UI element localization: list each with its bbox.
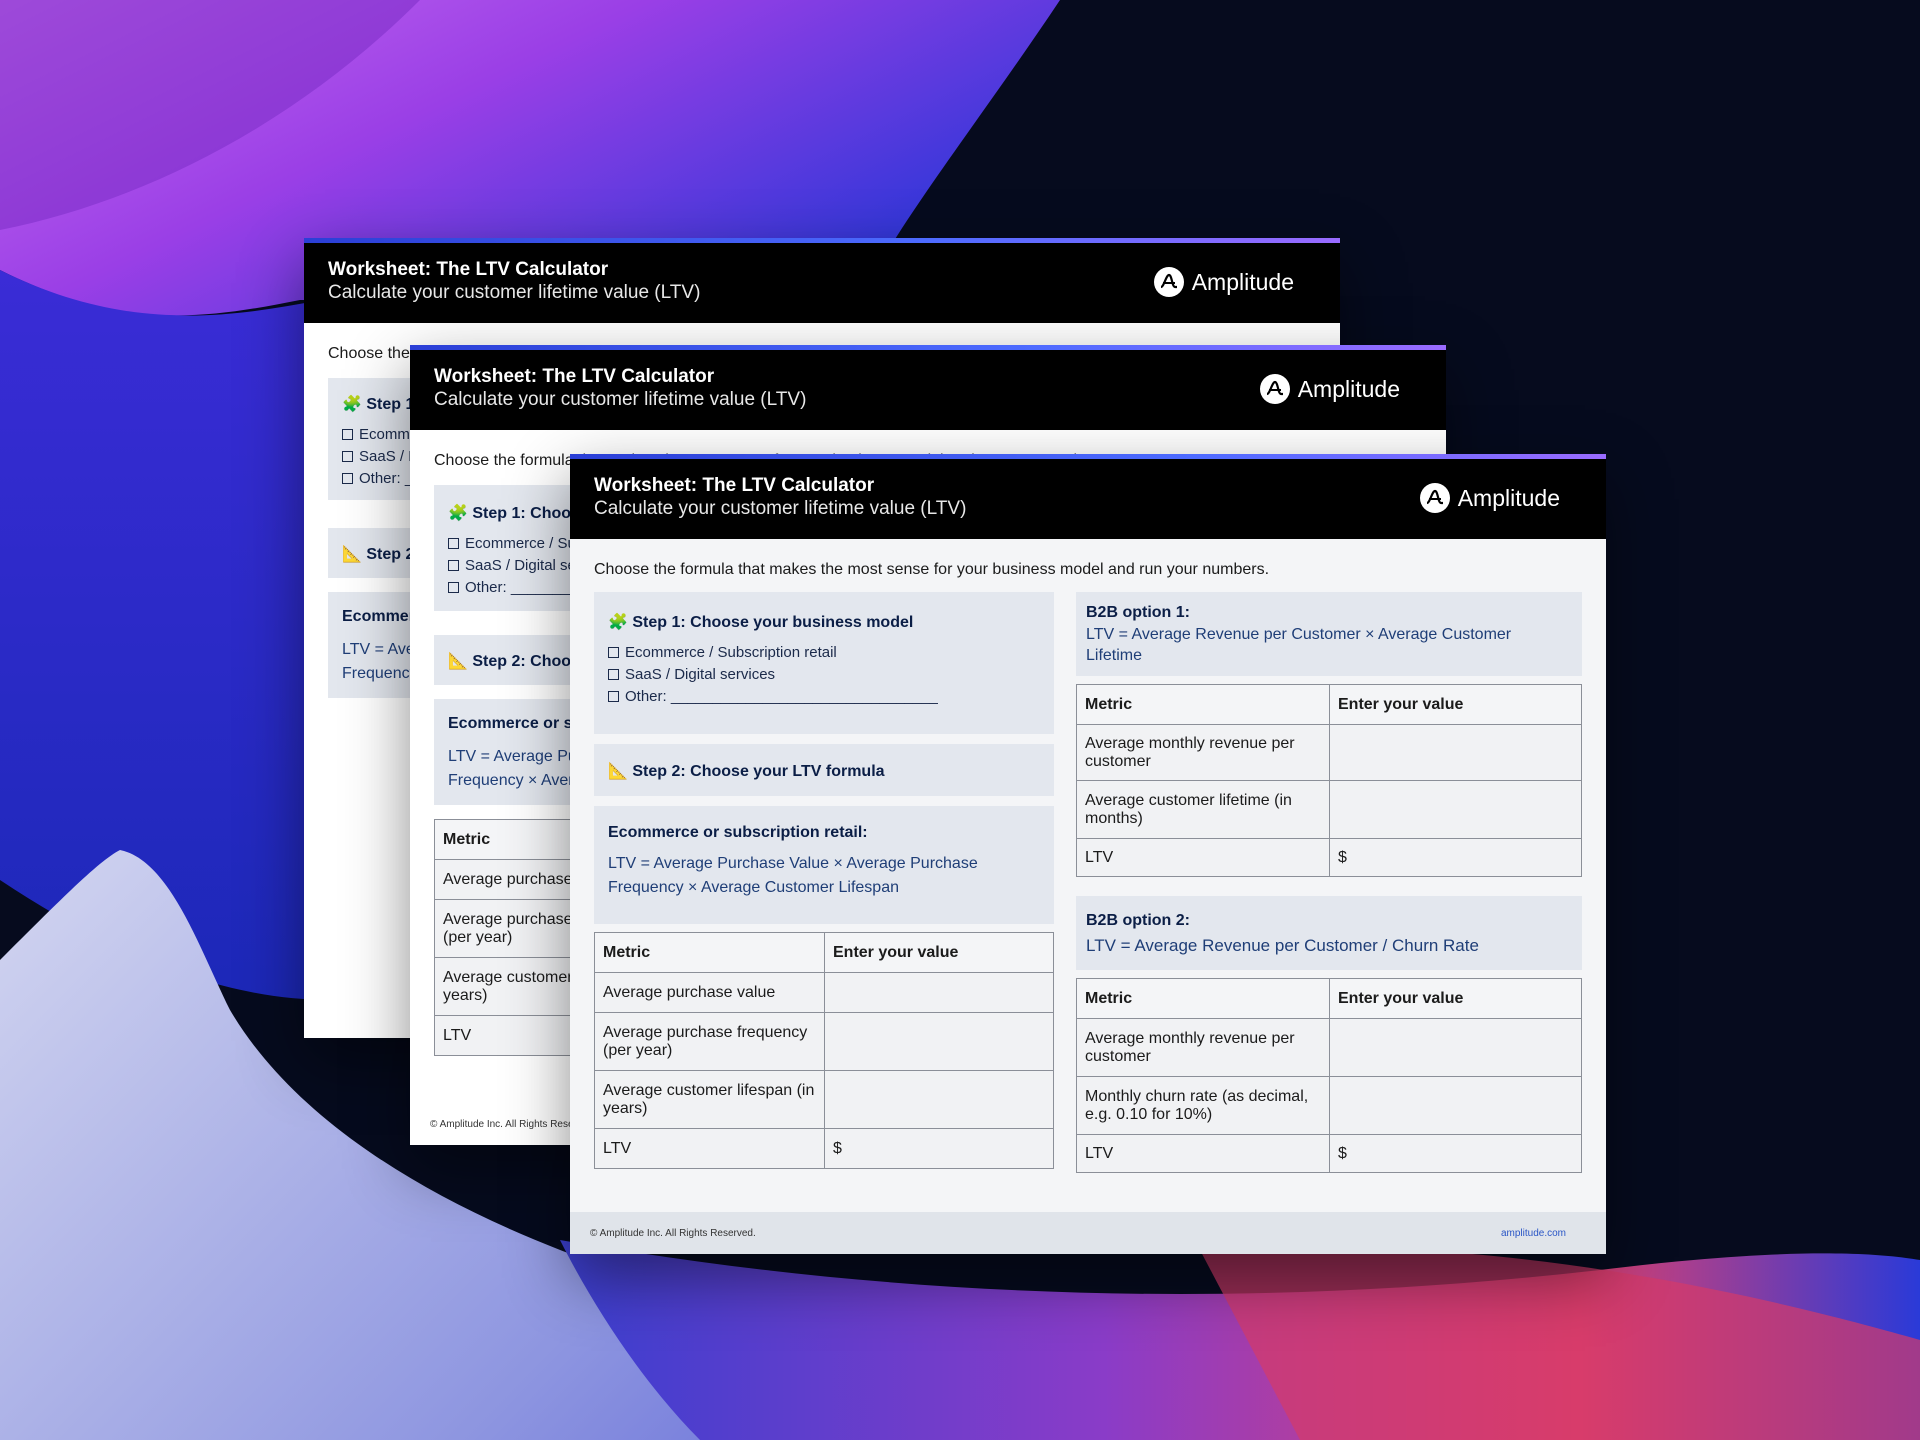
worksheet-header: Worksheet: The LTV Calculator Calculate … xyxy=(304,243,1340,323)
b2b-option1-table: Metric Enter your value Average monthly … xyxy=(1076,684,1582,877)
ecommerce-formula: LTV = Average Purchase Value × Average P… xyxy=(608,855,978,896)
value-cell[interactable] xyxy=(824,1012,1054,1071)
b2b-option1-title: B2B option 1: xyxy=(1086,604,1190,621)
checkbox[interactable] xyxy=(342,451,353,462)
ecommerce-table: Metric Enter your value Average purchase… xyxy=(594,932,1054,1169)
worksheet-subtitle: Calculate your customer lifetime value (… xyxy=(594,498,967,519)
worksheet-subtitle: Calculate your customer lifetime value (… xyxy=(328,282,701,303)
step2-box: 📐 Step 2: Choose your LTV formula xyxy=(594,744,1054,796)
value-header: Enter your value xyxy=(824,932,1054,973)
checkbox[interactable] xyxy=(448,582,459,593)
metric-cell: LTV xyxy=(594,1128,825,1169)
worksheet-title: Worksheet: The LTV Calculator xyxy=(434,366,715,387)
ruler-icon: 📐 xyxy=(608,763,628,780)
value-header: Enter your value xyxy=(1329,978,1582,1019)
metric-cell: Monthly churn rate (as decimal, e.g. 0.1… xyxy=(1076,1076,1330,1135)
worksheet-header: Worksheet: The LTV Calculator Calculate … xyxy=(410,350,1446,430)
amplitude-wordmark: Amplitude xyxy=(1191,268,1294,295)
b2b-option2-table: Metric Enter your value Average monthly … xyxy=(1076,978,1582,1173)
step1-box: 🧩 Step 1: Choose your business model Eco… xyxy=(594,592,1054,734)
amplitude-wordmark: Amplitude xyxy=(1457,484,1560,511)
value-cell[interactable]: $ xyxy=(824,1128,1054,1169)
checkbox[interactable] xyxy=(342,429,353,440)
b2b-option2-box: B2B option 2: LTV = Average Revenue per … xyxy=(1076,896,1582,970)
value-cell[interactable] xyxy=(1329,1076,1582,1135)
b2b-option2-formula: LTV = Average Revenue per Customer / Chu… xyxy=(1086,936,1479,955)
value-cell[interactable] xyxy=(1329,724,1582,781)
amplitude-logo-icon xyxy=(1259,374,1290,404)
step1-option[interactable]: Ecommerce / Subscription retail xyxy=(608,644,837,661)
step2-title: 📐 Step 2: Choose your LTV formula xyxy=(608,763,885,780)
metric-cell: Average monthly revenue per customer xyxy=(1076,1018,1330,1077)
footer-site-link[interactable]: amplitude.com xyxy=(1501,1228,1566,1239)
puzzle-icon: 🧩 xyxy=(608,614,628,631)
amplitude-logo: Amplitude xyxy=(1259,374,1400,404)
ecommerce-box: Ecommerce or subscription retail: LTV = … xyxy=(594,806,1054,924)
metric-cell: Average monthly revenue per customer xyxy=(1076,724,1330,781)
checkbox[interactable] xyxy=(448,538,459,549)
metric-cell: Average customer lifetime (in months) xyxy=(1076,780,1330,839)
checkbox[interactable] xyxy=(608,647,619,658)
metric-header: Metric xyxy=(1076,978,1330,1019)
metric-header: Metric xyxy=(594,932,825,973)
step1-option[interactable]: SaaS / Digital services xyxy=(608,666,775,683)
checkbox[interactable] xyxy=(608,691,619,702)
worksheet-title: Worksheet: The LTV Calculator xyxy=(594,475,875,496)
ruler-icon: 📐 xyxy=(342,546,362,563)
amplitude-wordmark: Amplitude xyxy=(1297,375,1400,402)
worksheet-header: Worksheet: The LTV Calculator Calculate … xyxy=(570,459,1606,539)
b2b-option2-title: B2B option 2: xyxy=(1086,912,1190,929)
b2b-option1-box: B2B option 1: LTV = Average Revenue per … xyxy=(1076,592,1582,676)
value-cell[interactable] xyxy=(824,972,1054,1013)
checkbox[interactable] xyxy=(342,473,353,484)
metric-cell: LTV xyxy=(1076,1134,1330,1173)
intro-text: Choose the formula that makes the most s… xyxy=(594,561,1270,578)
amplitude-logo-icon xyxy=(1153,267,1184,297)
b2b-option1-formula: LTV = Average Revenue per Customer × Ave… xyxy=(1086,626,1512,664)
checkbox[interactable] xyxy=(448,560,459,571)
value-header: Enter your value xyxy=(1329,684,1582,725)
value-cell[interactable] xyxy=(1329,780,1582,839)
amplitude-logo-icon xyxy=(1419,483,1450,513)
metric-cell: LTV xyxy=(1076,838,1330,877)
value-cell[interactable] xyxy=(1329,1018,1582,1077)
value-cell[interactable]: $ xyxy=(1329,1134,1582,1173)
step1-option[interactable]: Other: ________________________________ xyxy=(608,688,938,705)
checkbox[interactable] xyxy=(608,669,619,680)
amplitude-logo: Amplitude xyxy=(1419,483,1560,513)
value-cell[interactable]: $ xyxy=(1329,838,1582,877)
metric-cell: Average customer lifespan (in years) xyxy=(594,1070,825,1129)
amplitude-logo: Amplitude xyxy=(1153,267,1294,297)
metric-header: Metric xyxy=(1076,684,1330,725)
puzzle-icon: 🧩 xyxy=(448,505,468,522)
value-cell[interactable] xyxy=(824,1070,1054,1129)
ruler-icon: 📐 xyxy=(448,653,468,670)
step1-title: 🧩 Step 1: Choose your business model xyxy=(608,614,914,631)
metric-cell: Average purchase frequency (per year) xyxy=(594,1012,825,1071)
metric-cell: Average purchase value xyxy=(594,972,825,1013)
worksheet-front: Worksheet: The LTV Calculator Calculate … xyxy=(570,454,1606,1254)
puzzle-icon: 🧩 xyxy=(342,396,362,413)
footer: © Amplitude Inc. All Rights Reserved. am… xyxy=(570,1212,1606,1254)
footer-copyright: © Amplitude Inc. All Rights Reserved. xyxy=(590,1228,756,1239)
ecommerce-title: Ecommerce or subscription retail: xyxy=(608,824,868,841)
worksheet-subtitle: Calculate your customer lifetime value (… xyxy=(434,389,807,410)
worksheet-title: Worksheet: The LTV Calculator xyxy=(328,259,609,280)
